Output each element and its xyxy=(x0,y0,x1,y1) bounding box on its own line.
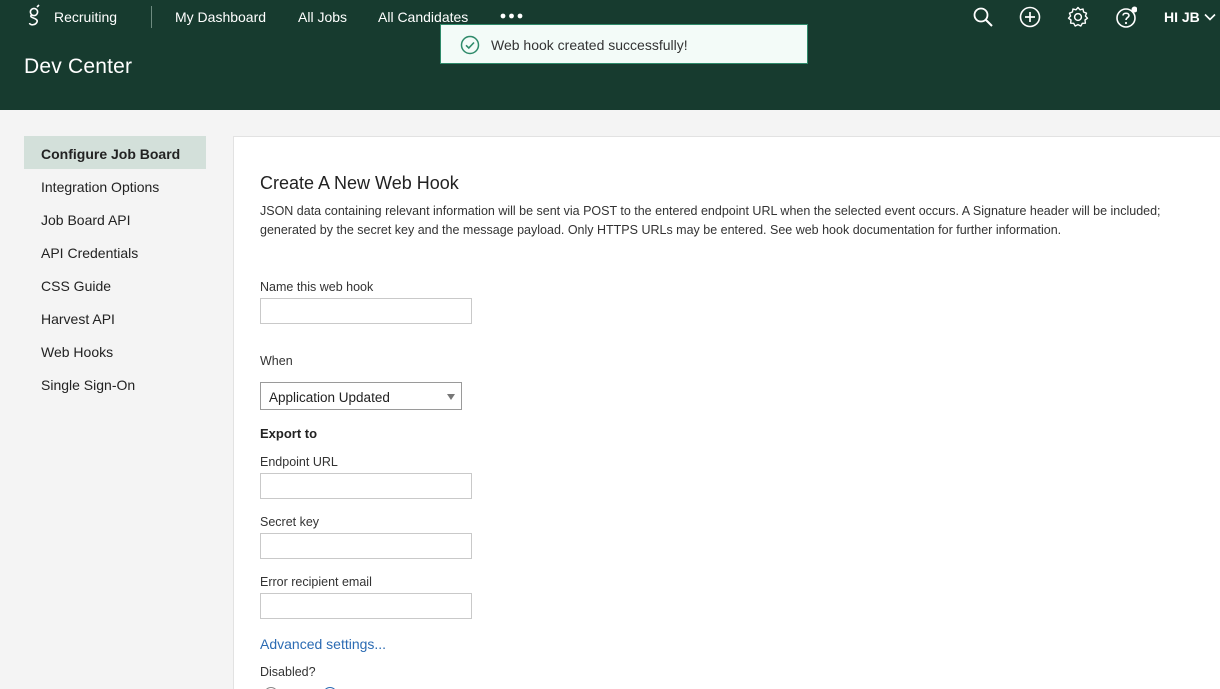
when-event-select[interactable]: Application Updated xyxy=(260,382,462,410)
nav-my-dashboard[interactable]: My Dashboard xyxy=(175,9,266,25)
success-toast: Web hook created successfully! xyxy=(440,24,808,64)
when-selected-value: Application Updated xyxy=(269,390,390,405)
sidebar-item-css-guide[interactable]: CSS Guide xyxy=(24,268,206,301)
sidebar-item-api-credentials[interactable]: API Credentials xyxy=(24,235,206,268)
nav-divider xyxy=(151,6,152,28)
form-title: Create A New Web Hook xyxy=(260,173,459,193)
sidebar-item-integration-options[interactable]: Integration Options xyxy=(24,169,206,202)
sidebar-item-job-board-api[interactable]: Job Board API xyxy=(24,202,206,235)
search-icon[interactable] xyxy=(972,6,994,28)
gear-icon[interactable] xyxy=(1067,6,1089,28)
dropdown-caret-icon xyxy=(447,394,455,400)
toast-message: Web hook created successfully! xyxy=(491,37,688,53)
error-email-label: Error recipient email xyxy=(260,575,372,589)
brand-logo-icon[interactable] xyxy=(27,4,41,28)
brand-name[interactable]: Recruiting xyxy=(54,9,117,25)
web-hook-form-panel: Create A New Web Hook JSON data containi… xyxy=(233,136,1220,689)
add-circle-icon[interactable] xyxy=(1019,6,1041,28)
endpoint-label: Endpoint URL xyxy=(260,455,338,469)
chevron-down-icon[interactable] xyxy=(1204,13,1216,21)
help-icon[interactable] xyxy=(1115,6,1137,28)
sidebar-item-web-hooks[interactable]: Web Hooks xyxy=(24,334,206,367)
user-menu[interactable]: HI JB xyxy=(1164,9,1200,25)
web-hook-name-input[interactable] xyxy=(260,298,472,324)
secret-key-input[interactable] xyxy=(260,533,472,559)
when-label: When xyxy=(260,354,293,368)
secret-key-label: Secret key xyxy=(260,515,320,529)
more-icon[interactable] xyxy=(500,10,524,22)
form-description: JSON data containing relevant informatio… xyxy=(260,204,1161,237)
error-email-input[interactable] xyxy=(260,593,472,619)
advanced-settings-link[interactable]: Advanced settings... xyxy=(260,636,386,652)
check-circle-icon xyxy=(460,35,480,55)
export-heading: Export to xyxy=(260,426,318,441)
nav-all-candidates[interactable]: All Candidates xyxy=(378,9,468,25)
sidebar-item-single-sign-on[interactable]: Single Sign-On xyxy=(24,367,206,400)
nav-all-jobs[interactable]: All Jobs xyxy=(298,9,347,25)
endpoint-url-input[interactable] xyxy=(260,473,472,499)
page-title: Dev Center xyxy=(24,55,133,78)
disabled-label: Disabled? xyxy=(260,665,316,679)
name-label: Name this web hook xyxy=(260,280,374,294)
sidebar-item-harvest-api[interactable]: Harvest API xyxy=(24,301,206,334)
sidebar-item-configure-job-board[interactable]: Configure Job Board xyxy=(24,136,206,169)
